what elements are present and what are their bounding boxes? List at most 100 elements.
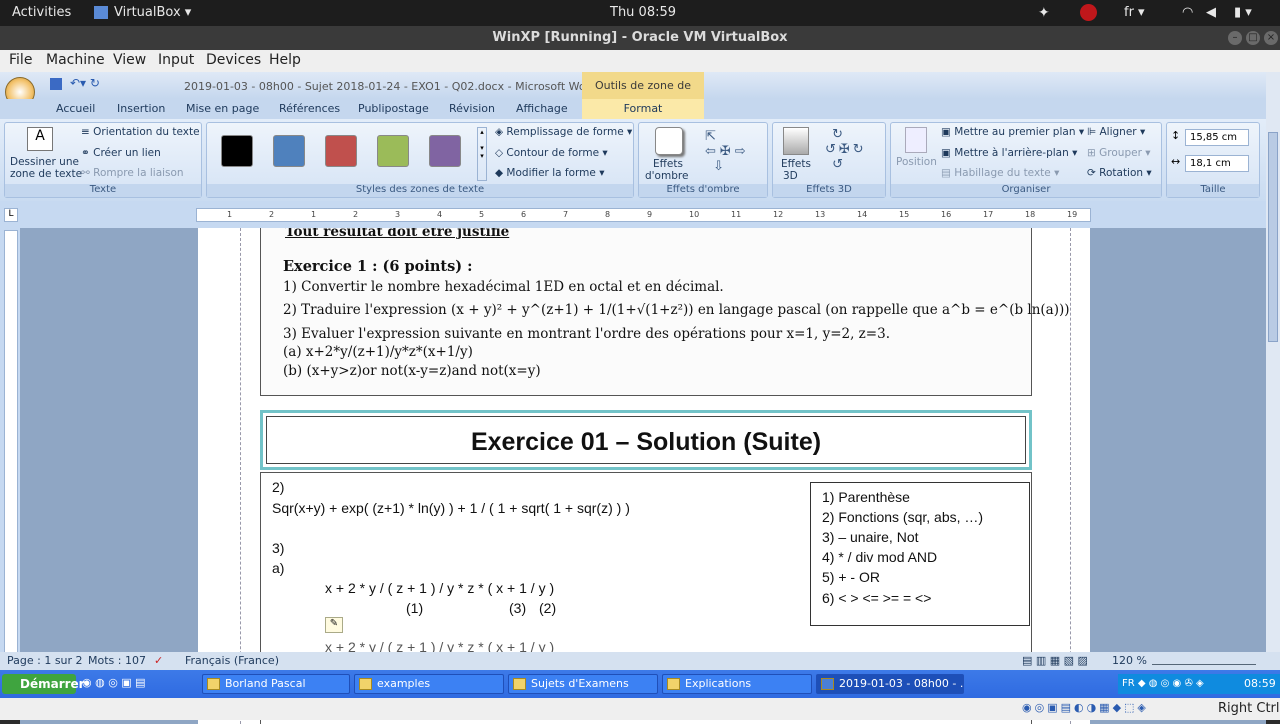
tab-selector-icon[interactable]: L bbox=[4, 208, 18, 222]
tray-clock[interactable]: 08:59 bbox=[1244, 674, 1276, 694]
document-page[interactable]: Tout résultat doit être justifié Exercic… bbox=[198, 228, 1090, 724]
record-icon[interactable] bbox=[1080, 4, 1097, 21]
tab-revision[interactable]: Révision bbox=[449, 102, 495, 115]
shadow-label[interactable]: Effets bbox=[653, 158, 683, 170]
style-swatch-red[interactable] bbox=[325, 135, 357, 167]
position-label[interactable]: Position bbox=[896, 156, 937, 168]
style-swatch-green[interactable] bbox=[377, 135, 409, 167]
start-button[interactable]: Démarrer bbox=[2, 674, 85, 694]
width-field[interactable]: 18,1 cm bbox=[1185, 155, 1249, 172]
menu-view[interactable]: View bbox=[113, 52, 146, 68]
minimize-icon[interactable]: – bbox=[1228, 31, 1242, 45]
3d-label2[interactable]: 3D bbox=[783, 170, 798, 182]
vertical-scrollbar[interactable] bbox=[1266, 72, 1280, 652]
save-icon[interactable] bbox=[50, 78, 62, 90]
rotate-button[interactable]: ⟳ Rotation ▾ bbox=[1087, 167, 1152, 179]
bring-front-button[interactable]: ▣ Mettre au premier plan ▾ bbox=[941, 126, 1084, 138]
dropbox-icon[interactable]: ✦ bbox=[1038, 5, 1050, 21]
close-icon[interactable]: × bbox=[1264, 31, 1278, 45]
group-label-styles: Styles des zones de texte bbox=[207, 184, 633, 197]
vbox-device-icons[interactable]: ◉◎▣▤◐◑▦◆⬚◈ bbox=[1022, 701, 1149, 714]
spellcheck-icon[interactable]: ✓ bbox=[154, 654, 163, 667]
3d-effects-icon[interactable] bbox=[783, 127, 809, 155]
send-back-button[interactable]: ▣ Mettre à l'arrière-plan ▾ bbox=[941, 147, 1077, 159]
clock[interactable]: Thu 08:59 bbox=[610, 5, 676, 20]
ribbon-tabs: Accueil Insertion Mise en page Référence… bbox=[0, 99, 1280, 119]
height-field[interactable]: 15,85 cm bbox=[1185, 129, 1249, 146]
draw-textbox-label2[interactable]: zone de texte bbox=[10, 168, 82, 180]
tab-format[interactable]: Format bbox=[582, 99, 704, 119]
wrap-text-button[interactable]: ▤ Habillage du texte ▾ bbox=[941, 167, 1059, 179]
menu-help[interactable]: Help bbox=[269, 52, 301, 68]
tab-accueil[interactable]: Accueil bbox=[56, 102, 95, 115]
task-sujets[interactable]: Sujets d'Examens bbox=[508, 674, 658, 694]
3d-tilt-icons[interactable]: ↻ ↺✠↻ ↺ bbox=[825, 127, 867, 172]
fill-button[interactable]: ◈ Remplissage de forme ▾ bbox=[495, 126, 632, 138]
styles-more-icon[interactable]: ▴ ▾ ▾ bbox=[477, 127, 487, 181]
create-link-button[interactable]: ⚭ Créer un lien bbox=[81, 147, 161, 159]
language-menu[interactable]: fr ▾ bbox=[1124, 5, 1145, 20]
task-explications[interactable]: Explications bbox=[662, 674, 812, 694]
tab-references[interactable]: Références bbox=[279, 102, 340, 115]
task-word[interactable]: 2019-01-03 - 08h00 - ... bbox=[816, 674, 964, 694]
zoom-level[interactable]: 120 % bbox=[1112, 654, 1147, 667]
ruler-number: 10 bbox=[689, 210, 700, 219]
tab-insertion[interactable]: Insertion bbox=[117, 102, 165, 115]
shadow-effects-icon[interactable] bbox=[655, 127, 683, 155]
tray-icons[interactable]: FR ◆ ◍ ◎ ◉ ✇ ◈ bbox=[1122, 674, 1204, 694]
vertical-ruler[interactable] bbox=[4, 230, 18, 720]
tab-mise-en-page[interactable]: Mise en page bbox=[186, 102, 259, 115]
ruler-number: 18 bbox=[1025, 210, 1036, 219]
paste-options-icon[interactable]: ✎ bbox=[325, 617, 343, 633]
outline-button[interactable]: ◇ Contour de forme ▾ bbox=[495, 147, 608, 159]
solution-title-box[interactable]: Exercice 01 – Solution (Suite) bbox=[260, 410, 1032, 470]
task-borland-pascal[interactable]: Borland Pascal bbox=[202, 674, 350, 694]
quick-launch-icons[interactable]: ◉ ◍ ◎ ▣ ▤ bbox=[82, 676, 192, 692]
group-label-3d: Effets 3D bbox=[773, 184, 885, 197]
undo-icon[interactable]: ↶▾ ↻ bbox=[70, 76, 100, 90]
status-language[interactable]: Français (France) bbox=[185, 654, 279, 667]
orientation-button[interactable]: ≡ Orientation du texte bbox=[81, 126, 200, 138]
app-menu[interactable]: VirtualBox ▾ bbox=[114, 5, 191, 20]
create-link-label: Créer un lien bbox=[93, 147, 161, 159]
style-swatch-blue[interactable] bbox=[273, 135, 305, 167]
draw-textbox-icon[interactable]: A bbox=[27, 127, 53, 151]
ruler-number: 4 bbox=[437, 210, 443, 219]
shadow-nudge-icons[interactable]: ⇱ ⇦✠⇨ ⇩ bbox=[705, 129, 750, 174]
rule-6: 6) < > <= >= = <> bbox=[822, 590, 932, 606]
zoom-slider[interactable] bbox=[1152, 655, 1256, 665]
tab-publipostage[interactable]: Publipostage bbox=[358, 102, 429, 115]
volume-icon[interactable]: ◀ bbox=[1206, 5, 1216, 20]
style-swatch-purple[interactable] bbox=[429, 135, 461, 167]
group-button[interactable]: ⊞ Grouper ▾ bbox=[1087, 147, 1151, 159]
modify-shape-button[interactable]: ◆ Modifier la forme ▾ bbox=[495, 167, 604, 179]
position-icon[interactable] bbox=[905, 127, 927, 153]
priority-rules-box[interactable]: 1) Parenthèse 2) Fonctions (sqr, abs, …)… bbox=[810, 482, 1030, 626]
width-icon: ↔ bbox=[1171, 155, 1181, 168]
fill-label: Remplissage de forme bbox=[506, 126, 624, 138]
wifi-icon[interactable]: ◠ bbox=[1182, 5, 1193, 20]
send-back-label: Mettre à l'arrière-plan bbox=[954, 147, 1069, 159]
maximize-icon[interactable]: □ bbox=[1246, 31, 1260, 45]
horizontal-ruler[interactable]: 1 2 1 2 3 4 5 6 7 8 9 10 11 12 13 14 15 16 17 18 19 bbox=[196, 208, 1091, 222]
status-page[interactable]: Page : 1 sur 2 bbox=[7, 654, 83, 667]
3d-label[interactable]: Effets bbox=[781, 158, 811, 170]
break-link-button[interactable]: ⚯ Rompre la liaison bbox=[81, 167, 184, 179]
menu-input[interactable]: Input bbox=[158, 52, 194, 68]
shadow-label2[interactable]: d'ombre bbox=[645, 170, 688, 182]
guest-screen: ↶▾ ↻ 2019-01-03 - 08h00 - Sujet 2018-01-… bbox=[0, 72, 1280, 724]
activities-button[interactable]: Activities bbox=[12, 5, 71, 20]
menu-machine[interactable]: Machine bbox=[46, 52, 105, 68]
menu-file[interactable]: File bbox=[9, 52, 32, 68]
status-words[interactable]: Mots : 107 bbox=[88, 654, 146, 667]
menu-devices[interactable]: Devices bbox=[206, 52, 261, 68]
style-swatch-black[interactable] bbox=[221, 135, 253, 167]
group-texte: A Dessiner une zone de texte ≡ Orientati… bbox=[4, 122, 202, 198]
battery-icon[interactable]: ▮ ▾ bbox=[1234, 5, 1252, 20]
view-buttons[interactable]: ▤ ▥ ▦ ▧ ▨ bbox=[1022, 654, 1088, 667]
tab-affichage[interactable]: Affichage bbox=[516, 102, 568, 115]
task-examples[interactable]: examples bbox=[354, 674, 504, 694]
align-button[interactable]: ⊫ Aligner ▾ bbox=[1087, 126, 1145, 138]
draw-textbox-label[interactable]: Dessiner une bbox=[10, 156, 79, 168]
scroll-thumb[interactable] bbox=[1268, 132, 1278, 342]
